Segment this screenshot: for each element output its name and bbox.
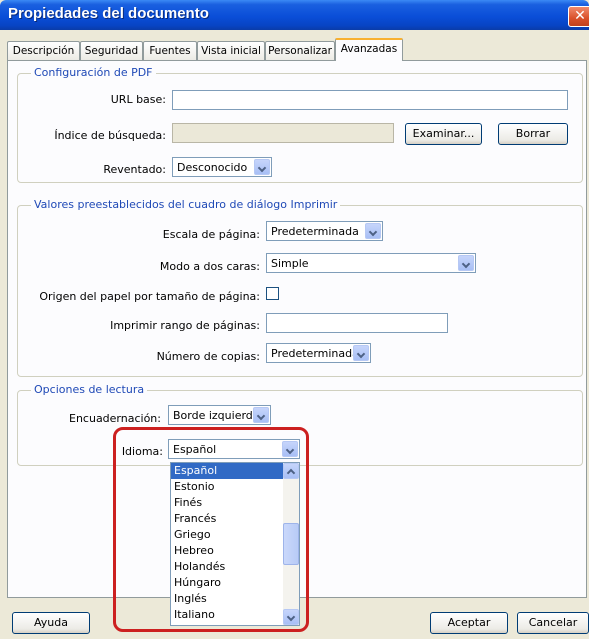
cancel-button[interactable]: Cancelar <box>517 612 589 634</box>
duplex-label: Modo a dos caras: <box>159 260 260 273</box>
chevron-down-icon[interactable] <box>458 255 474 271</box>
page-range-input[interactable] <box>266 313 448 333</box>
help-button[interactable]: Ayuda <box>12 612 90 634</box>
tab-avanzadas[interactable]: Avanzadas <box>335 38 403 61</box>
binding-label: Encuadernación: <box>69 412 161 425</box>
url-base-label: URL base: <box>110 93 166 106</box>
accept-button[interactable]: Aceptar <box>430 612 508 634</box>
search-index-input <box>172 123 394 143</box>
copies-value: Predeterminada <box>271 347 359 360</box>
url-base-input[interactable] <box>172 90 568 110</box>
paper-source-checkbox[interactable] <box>266 287 279 300</box>
duplex-select[interactable]: Simple <box>266 253 476 273</box>
clear-button[interactable]: Borrar <box>498 123 568 145</box>
trapping-select[interactable]: Desconocido <box>172 157 272 177</box>
window-title: Propiedades del documento <box>8 5 209 22</box>
page-range-label: Imprimir rango de páginas: <box>110 319 260 332</box>
tab-fuentes[interactable]: Fuentes <box>143 41 197 60</box>
trapping-value: Desconocido <box>177 161 248 174</box>
binding-select[interactable]: Borde izquierdo <box>168 405 271 425</box>
title-bar[interactable]: Propiedades del documento ✕ <box>0 0 589 30</box>
duplex-value: Simple <box>271 257 309 270</box>
tab-seguridad[interactable]: Seguridad <box>80 41 143 60</box>
copies-select[interactable]: Predeterminada <box>266 343 371 363</box>
pdf-config-legend: Configuración de PDF <box>31 66 156 79</box>
browse-button[interactable]: Examinar... <box>405 123 482 145</box>
chevron-down-icon[interactable] <box>365 223 381 239</box>
search-index-label: Índice de búsqueda: <box>54 129 166 142</box>
chevron-down-icon[interactable] <box>254 159 270 175</box>
print-presets-legend: Valores preestablecidos del cuadro de di… <box>31 198 341 211</box>
trapping-label: Reventado: <box>103 163 166 176</box>
annotation-highlight <box>113 427 309 632</box>
copies-label: Número de copias: <box>156 350 260 363</box>
binding-value: Borde izquierdo <box>173 409 260 422</box>
tab-descripcion[interactable]: Descripción <box>7 41 80 60</box>
page-scale-select[interactable]: Predeterminada <box>266 221 383 241</box>
reading-options-legend: Opciones de lectura <box>31 383 148 396</box>
chevron-down-icon[interactable] <box>253 407 269 423</box>
chevron-down-icon[interactable] <box>353 345 369 361</box>
close-icon[interactable]: ✕ <box>568 6 589 27</box>
tab-vista-inicial[interactable]: Vista inicial <box>197 41 265 60</box>
page-scale-value: Predeterminada <box>271 225 359 238</box>
document-properties-dialog: Propiedades del documento ✕ Descripción … <box>0 0 589 639</box>
paper-source-label: Origen del papel por tamaño de página: <box>39 290 260 303</box>
tab-personalizar[interactable]: Personalizar <box>265 41 335 60</box>
page-scale-label: Escala de página: <box>162 228 260 241</box>
